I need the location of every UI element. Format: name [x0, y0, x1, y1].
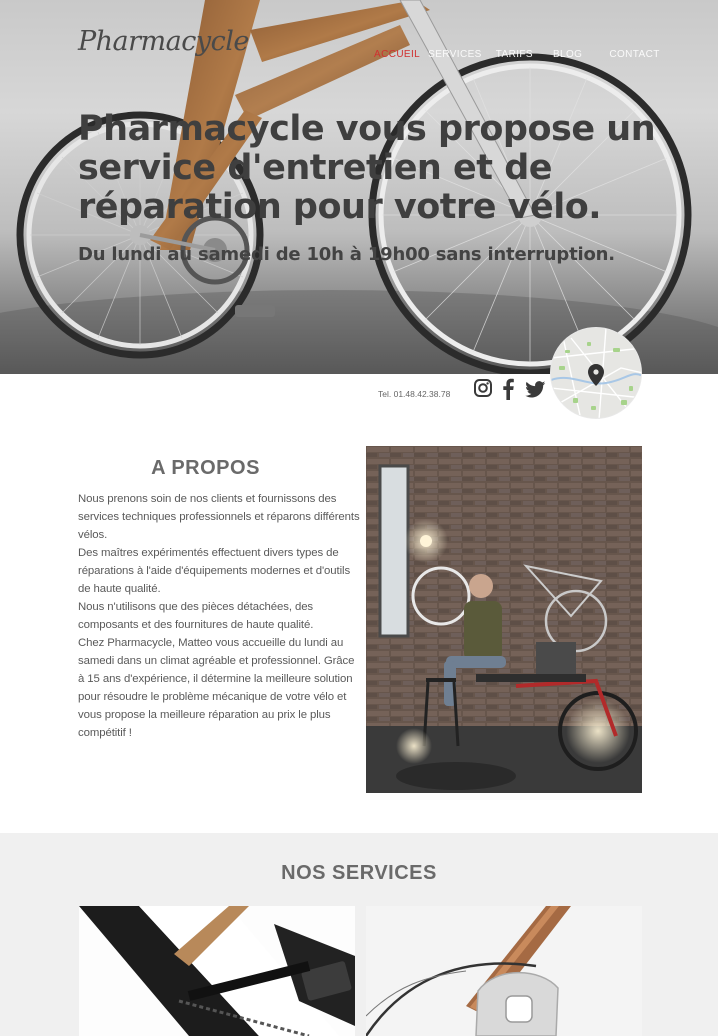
hero-banner: Pharmacycle ACCUEIL SERVICES TARIFS BLOG… — [0, 0, 718, 374]
map-graphic — [551, 328, 641, 418]
twitter-icon[interactable] — [525, 381, 546, 398]
service-image-brake[interactable] — [366, 906, 642, 1036]
phone-number[interactable]: Tel. 01.48.42.38.78 — [378, 389, 450, 399]
site-logo[interactable]: Pharmacycle — [78, 26, 249, 57]
nav-item-contact[interactable]: CONTACT — [609, 49, 659, 60]
nav-item-services[interactable]: SERVICES — [428, 49, 482, 60]
nav-item-tarifs[interactable]: TARIFS — [496, 49, 533, 60]
facebook-icon[interactable] — [501, 378, 515, 400]
about-paragraph: Chez Pharmacycle, Matteo vous accueille … — [78, 637, 355, 739]
services-title: NOS SERVICES — [281, 862, 437, 884]
hero-opening-hours: Du lundi au samedi de 10h à 19h00 sans i… — [78, 244, 615, 265]
main-nav: ACCUEIL SERVICES TARIFS BLOG CONTACT — [374, 49, 660, 60]
instagram-icon[interactable] — [473, 378, 493, 398]
nav-item-accueil[interactable]: ACCUEIL — [374, 49, 420, 60]
about-paragraph: Nous n'utilisons que des pièces détachée… — [78, 601, 314, 631]
about-title: A PROPOS — [151, 457, 260, 479]
nav-item-blog[interactable]: BLOG — [553, 49, 582, 60]
map-thumbnail[interactable] — [550, 327, 642, 419]
service-image-pedal[interactable] — [79, 906, 355, 1036]
about-paragraph: Nous prenons soin de nos clients et four… — [78, 493, 360, 541]
about-text: Nous prenons soin de nos clients et four… — [78, 490, 360, 742]
about-paragraph: Des maîtres expérimentés effectuent dive… — [78, 547, 351, 595]
hero-headline: Pharmacycle vous propose un service d'en… — [78, 109, 656, 227]
workshop-photo — [366, 446, 642, 793]
